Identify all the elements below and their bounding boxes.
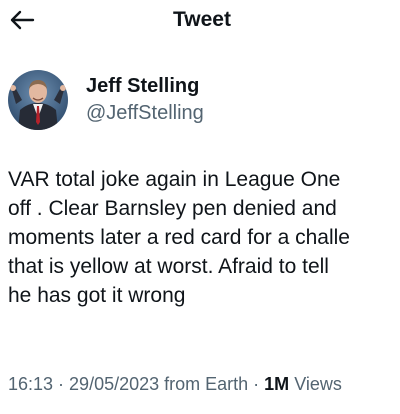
views-count[interactable]: 1M — [264, 374, 289, 394]
author-display-name[interactable]: Jeff Stelling — [86, 74, 204, 98]
tweet-meta: 16:13 · 29/05/2023 from Earth · 1M Views — [8, 372, 342, 396]
top-bar: Tweet — [0, 0, 400, 40]
author-row: Jeff Stelling @JeffStelling — [8, 66, 204, 134]
avatar[interactable] — [8, 70, 68, 130]
tweet-line: off . Clear Barnsley pen denied and — [8, 197, 337, 220]
tweet-date[interactable]: 29/05/2023 — [69, 374, 159, 394]
tweet-text: VAR total joke again in League One off .… — [8, 165, 400, 310]
page-title: Tweet — [173, 8, 231, 31]
tweet-line: that is yellow at worst. Afraid to tell — [8, 255, 329, 278]
avatar-photo-icon — [8, 70, 68, 130]
author-names: Jeff Stelling @JeffStelling — [86, 74, 204, 126]
tweet-time[interactable]: 16:13 — [8, 374, 53, 394]
meta-separator: · — [248, 374, 265, 394]
tweet-line: he has got it wrong — [8, 284, 186, 307]
tweet-line: moments later a red card for a challe — [8, 226, 350, 249]
tweet-line: VAR total joke again in League One — [8, 168, 341, 191]
meta-separator: · — [53, 374, 70, 394]
author-handle[interactable]: @JeffStelling — [86, 100, 204, 126]
tweet-source: from Earth — [159, 374, 249, 394]
tweet-page: Tweet Jeff Stelling @JeffStelling VAR to… — [0, 0, 400, 414]
views-label: Views — [289, 374, 342, 394]
